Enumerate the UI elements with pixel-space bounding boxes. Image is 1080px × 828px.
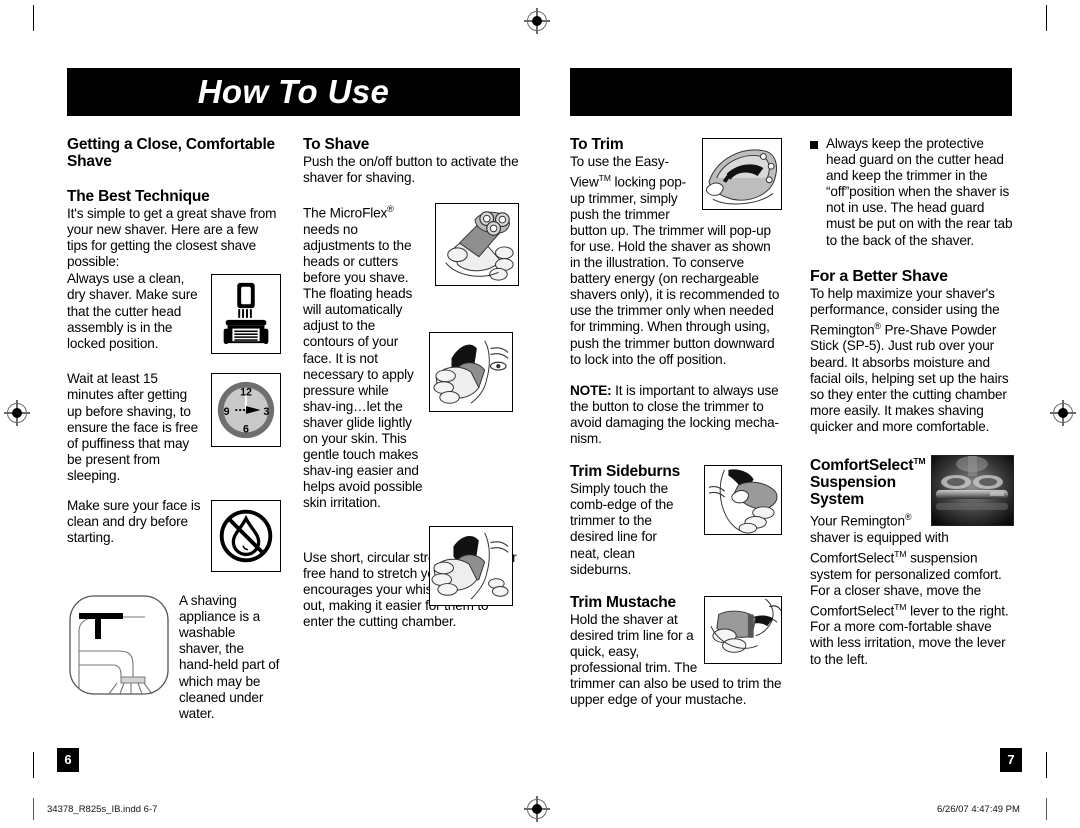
note-label: NOTE: — [570, 382, 612, 398]
para-microflex: The MicroFlex® needs no adjustments to t… — [303, 201, 423, 511]
page-number-right: 7 — [1000, 748, 1022, 772]
para-clean-dry-shaver: Always use a clean, dry shaver. Make sur… — [67, 271, 198, 351]
heading-for-better-shave: For a Better Shave — [810, 267, 948, 285]
registration-mark-left — [4, 400, 30, 426]
comfortselect-suspension-photo — [931, 455, 1014, 527]
para-best-technique-intro: It's simple to get a great shave from yo… — [67, 206, 277, 270]
pop-up-trimmer-illustration — [702, 138, 782, 210]
heading-to-shave: To Shave — [303, 136, 370, 153]
microflex-text-a: The MicroFlex — [303, 205, 388, 221]
svg-text:3: 3 — [263, 406, 269, 418]
trimming-sideburns-illustration — [704, 465, 782, 536]
registration-mark-bottom — [524, 796, 550, 822]
faucet-running-water-icon — [67, 593, 171, 697]
trademark-mark-icon: TM — [913, 456, 926, 467]
column-two: To Shave Push the on/off button to activ… — [303, 136, 519, 629]
heading-comfortselect: ComfortSelectTM Suspension System — [810, 453, 926, 509]
crop-mark-bottom-left — [33, 752, 34, 778]
heading-best-technique: The Best Technique — [67, 188, 210, 205]
section-banner-left: How To Use — [67, 68, 520, 116]
comfortselect-heading-a: ComfortSelect — [810, 457, 914, 475]
registration-mark-right — [1050, 400, 1076, 426]
svg-text:9: 9 — [224, 406, 230, 418]
slug-rule-left — [33, 798, 34, 820]
trademark-mark-icon: TM — [598, 173, 611, 184]
para-clean-dry-face: Make sure your face is clean and dry bef… — [67, 498, 201, 546]
trademark-mark-icon: TM — [894, 548, 907, 559]
heading-getting-close-shave: Getting a Close, Comfortable Shave — [67, 136, 275, 170]
better-shave-text-b: Pre-Shave Powder Stick (SP-5). Just rub … — [810, 322, 1009, 434]
microflex-text-b: needs no adjustments to the heads or cut… — [303, 221, 423, 511]
para-comfortselect: Your Remington® shaver is equipped with … — [810, 509, 1014, 667]
registration-mark-top — [524, 8, 550, 34]
section-banner-right — [570, 68, 1012, 116]
para-better-shave: To help maximize your shaver's performan… — [810, 286, 1014, 435]
column-three: To Trim To use the Easy-ViewTM locking p… — [570, 136, 782, 708]
comfortselect-text-a: Your Remington — [810, 513, 905, 529]
para-push-onoff-button: Push the on/off button to activate the s… — [303, 154, 519, 186]
footer-timestamp: 6/26/07 4:47:49 PM — [937, 804, 1020, 815]
bullet-head-guard-text: Always keep the protective head guard on… — [826, 136, 1013, 248]
crop-mark-top-right — [1046, 5, 1047, 31]
shaving-cheek-illustration — [429, 332, 513, 412]
slug-rule-right — [1046, 798, 1047, 820]
footer-filename: 34378_R825s_IB.indd 6-7 — [47, 804, 158, 815]
trimming-mustache-illustration — [704, 595, 782, 664]
hand-holding-shaver-illustration — [435, 203, 519, 287]
column-one: Getting a Close, Comfortable Shave The B… — [67, 136, 281, 722]
no-water-icon — [211, 500, 281, 573]
para-trim-sideburns: Simply touch the comb-edge of the trimme… — [570, 481, 674, 577]
clock-icon: 12 3 6 9 — [211, 373, 281, 448]
registered-mark-icon: ® — [904, 512, 912, 523]
column-four: Always keep the protective head guard on… — [810, 136, 1014, 668]
bullet-head-guard: Always keep the protective head guard on… — [810, 136, 1014, 249]
page-title: How To Use — [197, 73, 390, 110]
stretching-skin-while-shaving-illustration — [429, 526, 513, 606]
para-trim-note: NOTE: It is important to always use the … — [570, 383, 782, 447]
shaver-in-charging-base-icon — [211, 274, 281, 355]
para-washable-shaver: A shaving appliance is a washable shaver… — [179, 593, 280, 721]
page-number-left: 6 — [57, 748, 79, 772]
bullet-square-icon — [810, 141, 818, 149]
svg-text:6: 6 — [243, 424, 249, 436]
para-wait-15-minutes: Wait at least 15 minutes after getting u… — [67, 371, 199, 483]
crop-mark-bottom-right — [1046, 752, 1047, 778]
crop-mark-top-left — [33, 5, 34, 31]
comfortselect-heading-b: Suspension System — [810, 474, 896, 509]
trademark-mark-icon: TM — [894, 601, 907, 612]
manual-page-spread: How To Use Getting a Close, Comfortable … — [0, 0, 1080, 828]
registered-mark-icon: ® — [387, 204, 394, 215]
